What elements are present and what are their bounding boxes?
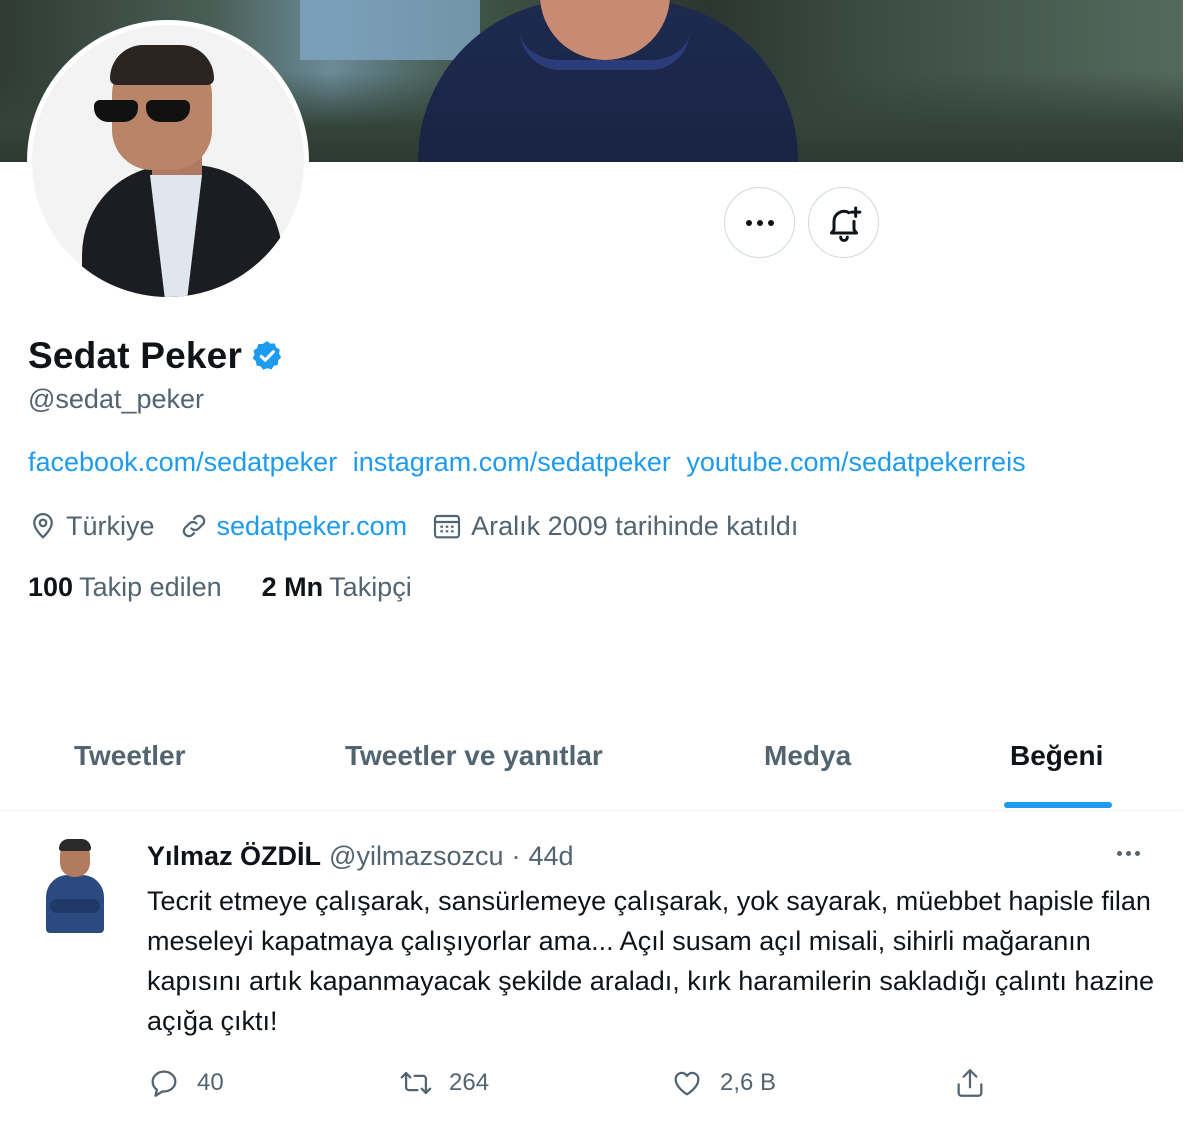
tweet-author-avatar[interactable]	[40, 835, 108, 933]
profile-follow-stats: 100 Takip edilen 2 Mn Takipçi	[28, 572, 412, 603]
profile-meta: Türkiye sedatpeker.com Aralık 2009 tarih…	[28, 510, 822, 542]
profile-tabs: Tweetler Tweetler ve yanıtlar Medya Beğe…	[0, 720, 1183, 810]
profile-name-row: Sedat Peker	[28, 335, 284, 377]
following-label: Takip edilen	[79, 572, 222, 602]
heart-icon	[674, 1071, 700, 1096]
reply-button[interactable]: 40	[147, 1066, 224, 1100]
location-pin-icon	[33, 513, 53, 539]
tweet-time[interactable]: 44d	[528, 841, 573, 872]
profile-avatar[interactable]	[27, 20, 309, 302]
notifications-button[interactable]	[808, 187, 879, 258]
joined-text: Aralık 2009 tarihinde katıldı	[471, 510, 799, 541]
more-horizontal-icon	[1117, 851, 1140, 856]
tweet-separator: ·	[511, 841, 521, 871]
reply-count: 40	[197, 1069, 224, 1096]
banner-sky	[300, 0, 480, 60]
profile-name: Sedat Peker	[28, 335, 243, 376]
website-link[interactable]: sedatpeker.com	[217, 511, 408, 542]
banner-collar	[520, 30, 690, 70]
retweet-count: 264	[449, 1069, 490, 1096]
tweet-author-handle[interactable]: @yilmazsozcu	[329, 841, 503, 872]
profile-location: Türkiye	[28, 511, 155, 542]
tweet-text: Tecrit etmeye çalışarak, sansürlemeye ça…	[147, 886, 1154, 1036]
verified-badge-icon	[252, 341, 282, 370]
profile-bio: facebook.com/sedatpeker instagram.com/se…	[28, 447, 1034, 478]
bell-plus-icon	[829, 206, 861, 242]
followers-count: 2 Mn	[261, 572, 324, 602]
retweet-icon	[400, 1071, 432, 1095]
profile-joined: Aralık 2009 tarihinde katıldı	[431, 510, 798, 542]
tweet-card[interactable]: Yılmaz ÖZDİL @yilmazsozcu · 44d Tecrit e…	[0, 811, 1183, 1121]
bio-link-instagram[interactable]: instagram.com/sedatpeker	[353, 447, 671, 477]
location-text: Türkiye	[66, 510, 155, 541]
tweet-header: Yılmaz ÖZDİL @yilmazsozcu · 44d	[147, 841, 574, 872]
following-count: 100	[28, 572, 74, 602]
more-options-button[interactable]	[724, 187, 795, 258]
profile-handle: @sedat_peker	[28, 384, 205, 414]
avatar-photo	[32, 25, 304, 297]
tweet-author-name[interactable]: Yılmaz ÖZDİL	[147, 841, 321, 872]
more-horizontal-icon	[745, 219, 774, 226]
followers-stat[interactable]: 2 Mn Takipçi	[262, 572, 412, 603]
reply-icon	[151, 1070, 177, 1097]
retweet-button[interactable]: 264	[399, 1066, 489, 1100]
tab-tweets-and-replies[interactable]: Tweetler ve yanıtlar	[345, 740, 603, 772]
active-tab-indicator	[1004, 802, 1112, 808]
share-icon	[957, 1069, 983, 1097]
bio-link-facebook[interactable]: facebook.com/sedatpeker	[28, 447, 337, 477]
like-button[interactable]: 2,6 B	[670, 1066, 776, 1100]
tab-media[interactable]: Medya	[764, 740, 851, 772]
tweet-actions: 40 264 2,6 B	[147, 1066, 1007, 1106]
share-button[interactable]	[953, 1066, 987, 1100]
profile-website: sedatpeker.com	[179, 511, 408, 542]
link-icon	[182, 514, 205, 538]
calendar-icon	[434, 514, 461, 539]
tab-likes[interactable]: Beğeni	[1010, 740, 1103, 772]
following-stat[interactable]: 100 Takip edilen	[28, 572, 222, 603]
tab-tweets[interactable]: Tweetler	[74, 740, 186, 772]
followers-label: Takipçi	[329, 572, 412, 602]
tweet-more-button[interactable]	[1117, 851, 1140, 856]
like-count: 2,6 B	[720, 1069, 777, 1096]
bio-link-youtube[interactable]: youtube.com/sedatpekerreis	[686, 447, 1025, 477]
